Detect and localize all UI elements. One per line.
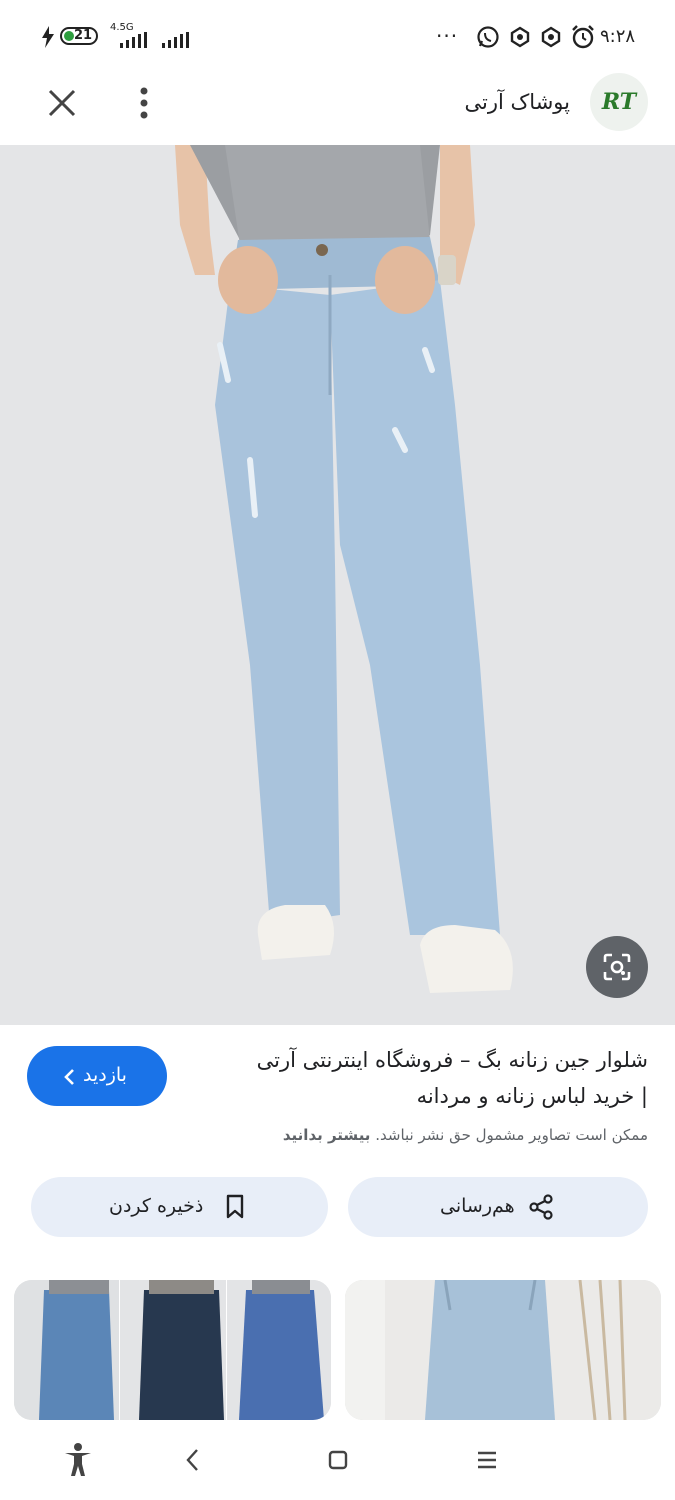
accessibility-icon[interactable]	[62, 1442, 94, 1478]
save-button[interactable]: ذخیره کردن	[31, 1177, 328, 1237]
charging-icon	[42, 26, 54, 48]
related-photo-2	[345, 1280, 661, 1420]
battery-level: 21	[74, 28, 93, 43]
clock: ۹:۲۸	[600, 26, 636, 47]
battery-indicator: 21	[60, 27, 98, 45]
notification-overflow: ···	[436, 24, 459, 48]
chevron-left-icon	[64, 1069, 74, 1085]
close-icon[interactable]	[47, 88, 77, 118]
save-label: ذخیره کردن	[109, 1195, 204, 1217]
more-vert-icon[interactable]	[134, 86, 154, 120]
status-bar: 21 4.5G ··· ۹:۲۸	[0, 0, 675, 75]
learn-more-link[interactable]: بیشتر بدانید	[283, 1126, 371, 1144]
related-image-1[interactable]	[14, 1280, 331, 1420]
viewer-header	[0, 75, 675, 145]
home-icon[interactable]	[328, 1450, 348, 1470]
visit-label: بازدید	[83, 1064, 127, 1086]
visit-button[interactable]: بازدید	[27, 1046, 167, 1106]
jeans-photo	[0, 145, 675, 1025]
recents-icon[interactable]	[476, 1450, 498, 1470]
site-name[interactable]: پوشاک آرتی	[400, 90, 570, 114]
share-button[interactable]: هم‌رسانی	[348, 1177, 648, 1237]
logo-text: RT	[601, 89, 637, 115]
related-photo-1	[14, 1280, 331, 1420]
whatsapp-icon	[477, 26, 499, 48]
sync-icon	[510, 26, 530, 48]
share-label: هم‌رسانی	[440, 1195, 515, 1217]
copyright-notice: ممکن است تصاویر مشمول حق نشر نباشد. بیشت…	[190, 1126, 648, 1144]
result-title-line1[interactable]: شلوار جین زنانه بگ – فروشگاه اینترنتی آر…	[190, 1048, 648, 1072]
notice-text: ممکن است تصاویر مشمول حق نشر نباشد.	[375, 1126, 648, 1144]
sync-icon-2	[541, 26, 561, 48]
signal-icon-2	[160, 32, 192, 48]
site-logo[interactable]: RT	[590, 73, 648, 131]
share-icon	[529, 1194, 553, 1220]
lens-icon	[603, 953, 631, 981]
alarm-icon	[572, 25, 594, 49]
lens-button[interactable]	[586, 936, 648, 998]
main-image[interactable]	[0, 145, 675, 1025]
bookmark-icon	[226, 1194, 244, 1219]
related-image-2[interactable]	[345, 1280, 661, 1420]
signal-icon	[112, 32, 152, 48]
back-icon[interactable]	[184, 1448, 200, 1472]
result-title-line2[interactable]: | خرید لباس زنانه و مردانه	[190, 1084, 648, 1108]
